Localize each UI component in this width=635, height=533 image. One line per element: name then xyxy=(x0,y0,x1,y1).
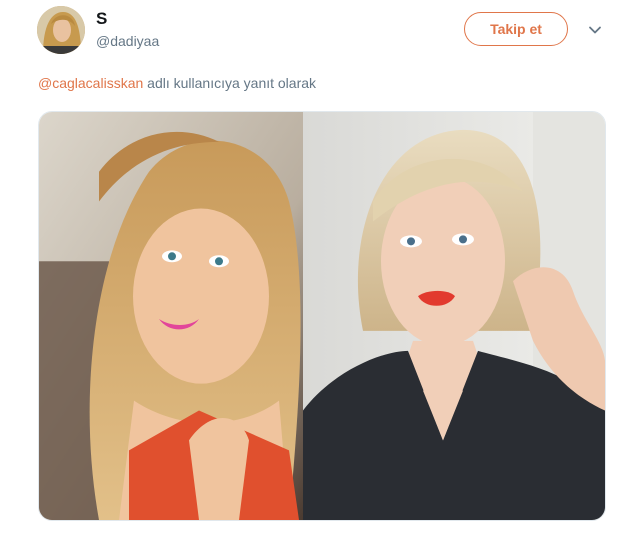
chevron-down-icon[interactable] xyxy=(587,22,603,38)
display-name[interactable]: S xyxy=(96,9,107,29)
reply-context: @caglacalisskan adlı kullanıcıya yanıt o… xyxy=(38,75,316,91)
follow-button[interactable]: Takip et xyxy=(464,12,568,46)
username[interactable]: @dadiyaa xyxy=(96,33,159,49)
reply-mention-link[interactable]: @caglacalisskan xyxy=(38,75,143,91)
reply-context-text: adlı kullanıcıya yanıt olarak xyxy=(143,75,317,91)
photo-left[interactable] xyxy=(39,112,303,520)
avatar[interactable] xyxy=(37,6,85,54)
tweet-media[interactable] xyxy=(38,111,606,521)
photo-right[interactable] xyxy=(303,112,605,520)
tweet-card: S @dadiyaa Takip et @caglacalisskan adlı… xyxy=(0,0,635,533)
